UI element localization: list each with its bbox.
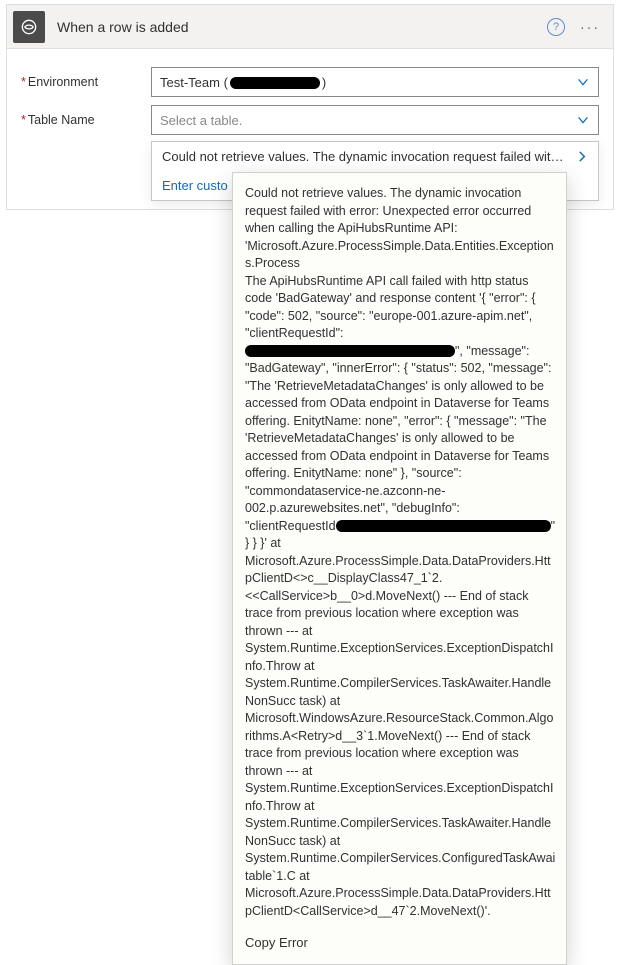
- err-line-redact2: "clientRequestId ": [245, 518, 556, 536]
- error-tooltip: Could not retrieve values. The dynamic i…: [232, 172, 567, 965]
- err-line-5b: ": [551, 519, 555, 533]
- err-line-2b: The ApiHubsRuntime API call failed with …: [245, 273, 556, 343]
- err-line-3-mid: ", "message":: [455, 344, 529, 358]
- chevron-down-icon[interactable]: [576, 113, 590, 127]
- table-placeholder: Select a table.: [160, 113, 576, 128]
- error-body: Could not retrieve values. The dynamic i…: [245, 185, 556, 920]
- environment-row: *Environment Test-Team (): [21, 67, 599, 97]
- environment-label-text: Environment: [28, 75, 98, 89]
- trigger-title: When a row is added: [57, 19, 547, 35]
- table-label-text: Table Name: [28, 113, 95, 127]
- err-line-6: } } }' at Microsoft.Azure.ProcessSimple.…: [245, 535, 556, 920]
- err-line-redact1: ", "message":: [245, 343, 556, 361]
- dropdown-error-text: Could not retrieve values. The dynamic i…: [162, 149, 569, 164]
- environment-value-prefix: Test-Team (: [160, 75, 228, 90]
- table-row: *Table Name Select a table.: [21, 105, 599, 135]
- redacted-env-id: [230, 77, 320, 89]
- dataverse-trigger-icon: [13, 11, 45, 43]
- redacted-client-request-id: [245, 345, 455, 357]
- card-header: When a row is added ? ···: [7, 5, 613, 49]
- err-line-5a: "clientRequestId: [245, 519, 336, 533]
- scope-label-text: Scope: [28, 163, 63, 177]
- copy-error-link[interactable]: Copy Error: [245, 934, 556, 952]
- err-line-1: Could not retrieve values. The dynamic i…: [245, 185, 556, 238]
- table-label: *Table Name: [21, 113, 151, 127]
- environment-label: *Environment: [21, 75, 151, 89]
- environment-value: Test-Team (): [160, 75, 576, 90]
- scope-label: *Scope: [21, 163, 151, 177]
- environment-select[interactable]: Test-Team (): [151, 67, 599, 97]
- chevron-down-icon[interactable]: [576, 75, 590, 89]
- environment-value-suffix: ): [322, 75, 326, 90]
- dropdown-error-row[interactable]: Could not retrieve values. The dynamic i…: [152, 142, 598, 171]
- err-line-2a: 'Microsoft.Azure.ProcessSimple.Data.Enti…: [245, 238, 556, 273]
- table-select[interactable]: Select a table.: [151, 105, 599, 135]
- redacted-debug-info: [336, 520, 551, 532]
- more-icon[interactable]: ···: [577, 19, 603, 35]
- err-line-4: "BadGateway", "innerError": { "status": …: [245, 360, 556, 518]
- help-icon[interactable]: ?: [547, 18, 565, 36]
- chevron-right-icon[interactable]: [577, 151, 588, 162]
